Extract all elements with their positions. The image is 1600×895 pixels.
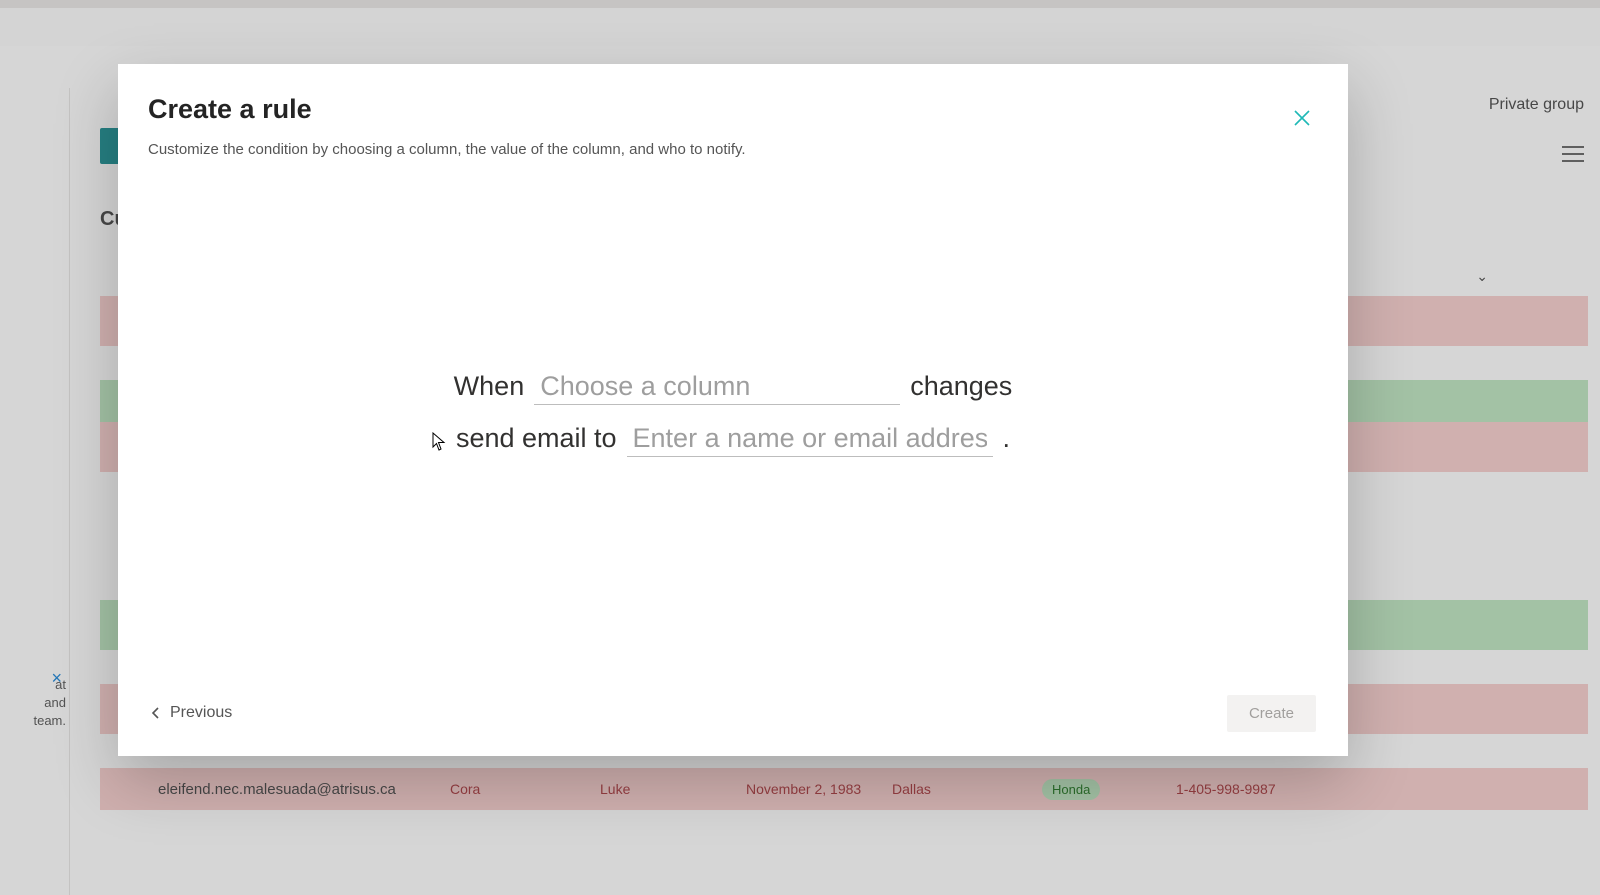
- close-button[interactable]: [1286, 102, 1318, 134]
- chevron-left-icon: [150, 707, 162, 719]
- column-picker[interactable]: [534, 371, 900, 405]
- rule-action-line: send email to .: [456, 423, 1010, 457]
- modal-body: When changes send email to .: [118, 158, 1348, 670]
- previous-label: Previous: [170, 704, 232, 722]
- close-icon: [1294, 110, 1310, 126]
- create-button[interactable]: Create: [1227, 695, 1316, 732]
- rule-condition-line: When changes: [454, 371, 1013, 405]
- previous-button[interactable]: Previous: [150, 704, 232, 722]
- text-send-email: send email to: [456, 423, 617, 454]
- modal-subtitle: Customize the condition by choosing a co…: [148, 141, 1312, 158]
- modal-header: Create a rule Customize the condition by…: [118, 64, 1348, 158]
- text-when: When: [454, 371, 525, 402]
- recipient-input[interactable]: [627, 423, 993, 457]
- text-period: .: [1003, 423, 1011, 454]
- text-changes: changes: [910, 371, 1012, 402]
- create-rule-modal: Create a rule Customize the condition by…: [118, 64, 1348, 756]
- modal-title: Create a rule: [148, 94, 1312, 125]
- modal-footer: Previous Create: [118, 670, 1348, 756]
